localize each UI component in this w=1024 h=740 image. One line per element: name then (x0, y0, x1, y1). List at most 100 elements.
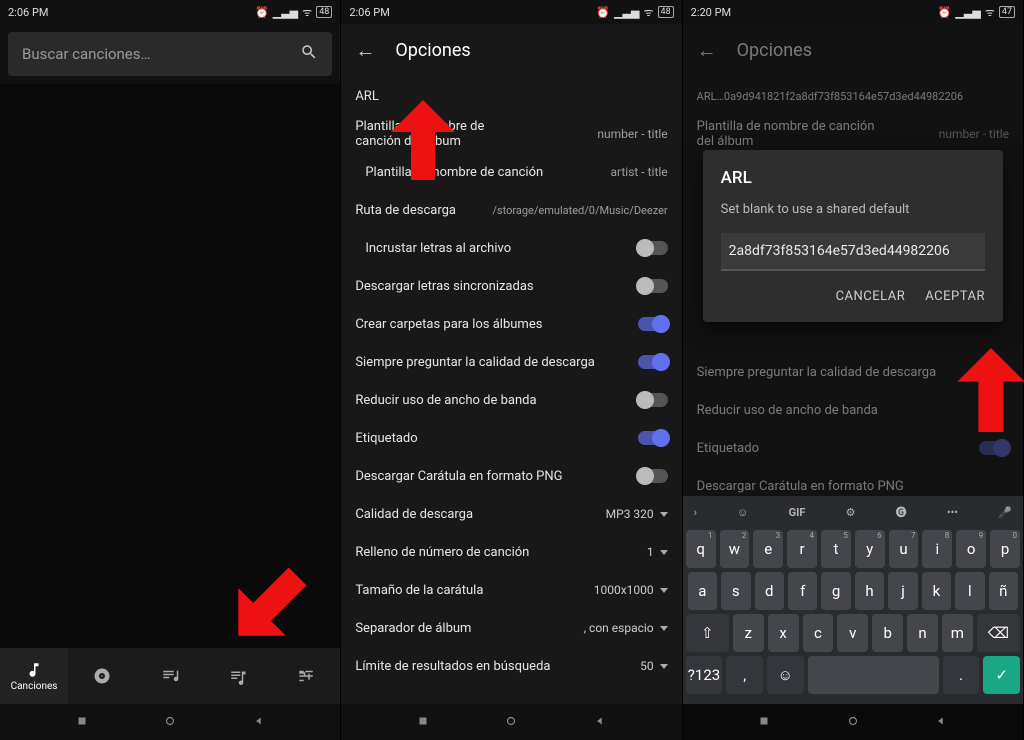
back-icon[interactable] (252, 713, 266, 732)
titlebar: ← Opciones (683, 24, 1023, 77)
cancel-button[interactable]: CANCELAR (836, 289, 906, 304)
toggle[interactable] (638, 393, 668, 407)
toggle[interactable] (638, 469, 668, 483)
key-p[interactable]: p0 (990, 530, 1020, 568)
more-icon[interactable]: ••• (947, 506, 958, 519)
search-input[interactable]: Buscar canciones… (8, 32, 332, 76)
opt-arl[interactable]: ARL (355, 77, 667, 115)
key-k[interactable]: k (922, 572, 951, 610)
mic-icon[interactable]: 🎤 (998, 506, 1012, 519)
tab-songs[interactable]: Canciones (0, 648, 68, 704)
gif-button[interactable]: GIF (789, 506, 806, 519)
back-arrow-icon[interactable]: ← (697, 38, 717, 63)
keyboard-toolbar: › ☺ GIF ⚙ 🅖 ••• 🎤 (686, 500, 1020, 526)
accept-button[interactable]: ACEPTAR (925, 289, 985, 304)
options-list[interactable]: ARL Plantilla de nombre de canción del á… (341, 77, 681, 704)
key-g[interactable]: g (821, 572, 850, 610)
opt-tagging[interactable]: Etiquetado (355, 419, 667, 457)
opt-ask-quality[interactable]: Siempre preguntar la calidad de descarga (355, 343, 667, 381)
opt-dl-quality[interactable]: Calidad de descarga MP3 320 (355, 495, 667, 533)
settings-icon[interactable]: ⚙ (846, 506, 856, 519)
tab-albums[interactable] (68, 648, 136, 704)
key-j[interactable]: j (888, 572, 917, 610)
key-comma[interactable]: , (726, 656, 763, 694)
key-x[interactable]: x (768, 614, 799, 652)
home-icon[interactable] (846, 713, 860, 732)
opt-album-folders[interactable]: Crear carpetas para los álbumes (355, 305, 667, 343)
opt-album-template[interactable]: Plantilla de nombre de canción del álbum… (355, 115, 667, 153)
key-s[interactable]: s (721, 572, 750, 610)
back-arrow-icon[interactable]: ← (355, 38, 375, 63)
sticker-icon[interactable]: ☺ (737, 506, 748, 519)
key-emoji[interactable]: ☺ (767, 656, 804, 694)
artist-icon (161, 667, 179, 685)
key-backspace[interactable]: ⌫ (977, 614, 1020, 652)
opt-sync-lyrics[interactable]: Descargar letras sincronizadas (355, 267, 667, 305)
toggle[interactable] (638, 279, 668, 293)
opt-embed-lyrics[interactable]: Incrustar letras al archivo (355, 229, 667, 267)
key-shift[interactable]: ⇧ (686, 614, 729, 652)
tune-icon (297, 667, 315, 685)
opt-cover-size[interactable]: Tamaño de la carátula 1000x1000 (355, 571, 667, 609)
tab-artists[interactable] (136, 648, 204, 704)
tab-settings[interactable] (272, 648, 340, 704)
key-f[interactable]: f (788, 572, 817, 610)
key-w[interactable]: w2 (720, 530, 750, 568)
key-t[interactable]: t5 (821, 530, 851, 568)
opt-search-limit[interactable]: Límite de resultados en búsqueda 50 (355, 647, 667, 685)
back-icon[interactable] (934, 713, 948, 732)
key-h[interactable]: h (855, 572, 884, 610)
key-o[interactable]: o9 (956, 530, 986, 568)
key-u[interactable]: u7 (889, 530, 919, 568)
key-b[interactable]: b (872, 614, 903, 652)
opt-album-sep[interactable]: Separador de álbum , con espacio (355, 609, 667, 647)
key-e[interactable]: e3 (753, 530, 783, 568)
opt-png-cover[interactable]: Descargar Carátula en formato PNG (355, 457, 667, 495)
toggle[interactable] (638, 317, 668, 331)
back-icon[interactable] (593, 713, 607, 732)
wifi-icon: ᯤ (643, 5, 653, 20)
key-d[interactable]: d (755, 572, 784, 610)
key-n[interactable]: n (907, 614, 938, 652)
tab-playlists[interactable] (204, 648, 272, 704)
key-m[interactable]: m (942, 614, 973, 652)
battery-icon: 47 (999, 6, 1015, 18)
alarm-icon: ⏰ (938, 6, 952, 19)
toggle[interactable] (638, 355, 668, 369)
recent-icon[interactable] (416, 713, 430, 732)
translate-icon[interactable]: 🅖 (896, 504, 907, 520)
key-period[interactable]: . (943, 656, 980, 694)
opt-reduce-bandwidth[interactable]: Reducir uso de ancho de banda (355, 381, 667, 419)
opt-song-template[interactable]: Plantilla de nombre de canción artist - … (355, 153, 667, 191)
key-z[interactable]: z (733, 614, 764, 652)
key-space[interactable] (808, 656, 939, 694)
key-r[interactable]: r4 (787, 530, 817, 568)
signal-icon: ▁▃▅ (955, 6, 980, 19)
alarm-icon: ⏰ (596, 6, 610, 19)
recent-icon[interactable] (757, 713, 771, 732)
home-icon[interactable] (504, 713, 518, 732)
key-v[interactable]: v (837, 614, 868, 652)
key-ñ[interactable]: ñ (989, 572, 1018, 610)
key-c[interactable]: c (803, 614, 834, 652)
key-symbols[interactable]: ?123 (686, 656, 723, 694)
home-icon[interactable] (163, 713, 177, 732)
opt-download-path[interactable]: Ruta de descarga /storage/emulated/0/Mus… (355, 191, 667, 229)
chevron-down-icon (660, 664, 668, 669)
key-y[interactable]: y6 (855, 530, 885, 568)
key-a[interactable]: a (688, 572, 717, 610)
arl-input[interactable] (721, 233, 985, 271)
opt-track-pad[interactable]: Relleno de número de canción 1 (355, 533, 667, 571)
key-q[interactable]: q1 (686, 530, 716, 568)
android-nav (341, 704, 681, 740)
key-enter[interactable]: ✓ (983, 656, 1020, 694)
recent-icon[interactable] (75, 713, 89, 732)
chevron-down-icon (660, 588, 668, 593)
soft-keyboard[interactable]: › ☺ GIF ⚙ 🅖 ••• 🎤 q1w2e3r4t5y6u7i8o9p0 a… (683, 496, 1023, 704)
key-i[interactable]: i8 (922, 530, 952, 568)
expand-icon[interactable]: › (694, 506, 697, 519)
toggle[interactable] (638, 431, 668, 445)
toggle[interactable] (638, 241, 668, 255)
dialog-title: ARL (721, 168, 985, 188)
key-l[interactable]: l (955, 572, 984, 610)
